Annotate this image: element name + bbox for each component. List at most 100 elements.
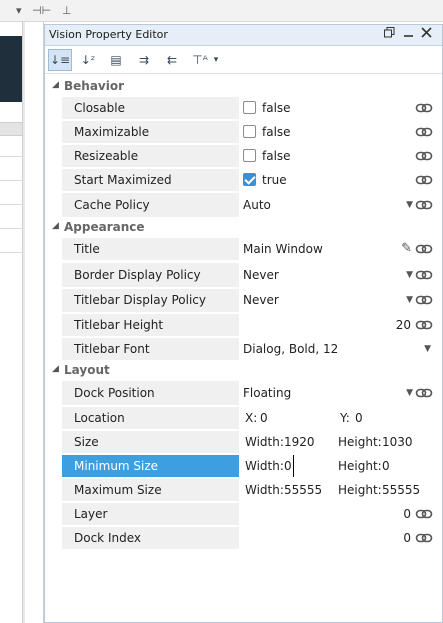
closable-checkbox[interactable] bbox=[243, 101, 256, 114]
resizeable-checkbox[interactable] bbox=[243, 149, 256, 162]
property-name[interactable]: Location bbox=[62, 407, 239, 429]
close-icon[interactable] bbox=[419, 27, 433, 41]
binding-link-icon[interactable] bbox=[415, 240, 433, 258]
property-name[interactable]: Titlebar Display Policy bbox=[62, 289, 239, 312]
property-name[interactable]: Cache Policy bbox=[62, 193, 239, 217]
dock-position-select[interactable]: Floating ▼ bbox=[241, 381, 415, 405]
split-icon[interactable]: ⊣⊢ bbox=[32, 4, 51, 17]
property-name[interactable]: Titlebar Font bbox=[62, 338, 239, 360]
filter-dropdown-icon[interactable]: ▾ bbox=[208, 49, 224, 71]
minimize-icon[interactable] bbox=[401, 27, 415, 41]
titlebar-height-input[interactable]: 20 bbox=[241, 314, 415, 336]
collapse-triangle-icon[interactable]: ◢ bbox=[52, 221, 59, 231]
binding-link-icon[interactable] bbox=[415, 99, 433, 117]
property-row-minimum-size: Minimum Size Width: 0 Height: 0 bbox=[45, 454, 442, 478]
property-name[interactable]: Closable bbox=[62, 97, 239, 119]
property-name[interactable]: Dock Position bbox=[62, 381, 239, 405]
width-input[interactable]: 1920 bbox=[284, 431, 315, 453]
property-row-dock-position: Dock Position Floating ▼ bbox=[45, 380, 442, 406]
input-value: 20 bbox=[395, 318, 411, 332]
width-input[interactable]: 55555 bbox=[284, 479, 322, 501]
select-value: Never bbox=[243, 293, 279, 307]
panel-titlebar[interactable]: Vision Property Editor bbox=[45, 25, 442, 46]
collapse-all-icon[interactable]: ⇇ bbox=[160, 49, 184, 71]
property-name[interactable]: Border Display Policy bbox=[62, 263, 239, 287]
property-name[interactable]: Resizeable bbox=[62, 145, 239, 167]
property-name[interactable]: Layer bbox=[62, 503, 239, 525]
property-value[interactable]: true bbox=[241, 169, 415, 191]
binding-link-icon[interactable] bbox=[415, 384, 433, 402]
list-view-icon[interactable]: ▤ bbox=[104, 49, 128, 71]
height-input[interactable]: 0 bbox=[382, 455, 390, 477]
x-input[interactable]: 0 bbox=[260, 407, 268, 429]
property-name[interactable]: Minimum Size bbox=[62, 455, 239, 477]
binding-link-icon[interactable] bbox=[415, 505, 433, 523]
property-name[interactable]: Start Maximized bbox=[62, 169, 239, 191]
property-row-layer: Layer 0 bbox=[45, 502, 442, 526]
chevron-down-icon[interactable]: ▼ bbox=[406, 263, 413, 287]
binding-link-icon[interactable] bbox=[415, 123, 433, 141]
chevron-down-icon[interactable]: ▾ bbox=[16, 4, 22, 17]
splitter-handle[interactable] bbox=[22, 22, 25, 623]
property-name[interactable]: Titlebar Height bbox=[62, 314, 239, 336]
chevron-down-icon[interactable]: ▼ bbox=[424, 338, 431, 360]
binding-link-icon[interactable] bbox=[415, 529, 433, 547]
section-behavior[interactable]: ◢ Behavior bbox=[45, 77, 442, 96]
title-input[interactable]: Main Window ✎ bbox=[241, 238, 415, 260]
border-display-policy-select[interactable]: Never ▼ bbox=[241, 263, 415, 287]
binding-link-icon[interactable] bbox=[415, 147, 433, 165]
chevron-down-icon[interactable]: ▼ bbox=[406, 193, 413, 217]
select-value: Auto bbox=[243, 198, 271, 212]
section-layout[interactable]: ◢ Layout bbox=[45, 361, 442, 380]
background-divider-line bbox=[0, 204, 22, 205]
property-row-resizeable: Resizeable false bbox=[45, 144, 442, 168]
height-input[interactable]: 1030 bbox=[382, 431, 413, 453]
property-name[interactable]: Dock Index bbox=[62, 527, 239, 549]
width-input[interactable]: 0 bbox=[284, 455, 294, 477]
y-label: Y: bbox=[340, 411, 350, 425]
binding-link-icon[interactable] bbox=[415, 171, 433, 189]
pin-icon[interactable]: ⊥ bbox=[62, 4, 72, 17]
collapse-triangle-icon[interactable]: ◢ bbox=[52, 364, 59, 374]
location-editor: X: 0 Y: 0 bbox=[241, 407, 435, 429]
collapse-triangle-icon[interactable]: ◢ bbox=[52, 80, 59, 90]
binding-link-icon[interactable] bbox=[415, 266, 433, 284]
float-window-icon[interactable] bbox=[382, 27, 396, 41]
binding-link-icon[interactable] bbox=[415, 316, 433, 334]
property-value[interactable]: false bbox=[241, 145, 415, 167]
property-name[interactable]: Maximizable bbox=[62, 121, 239, 143]
cache-policy-select[interactable]: Auto ▼ bbox=[241, 193, 415, 217]
checkbox-label: false bbox=[262, 149, 291, 163]
dock-index-input[interactable]: 0 bbox=[241, 527, 415, 549]
size-editor: Width: 1920 Height: 1030 bbox=[241, 431, 415, 453]
background-divider-line bbox=[0, 228, 22, 229]
property-value[interactable]: false bbox=[241, 97, 415, 119]
height-input[interactable]: 55555 bbox=[382, 479, 420, 501]
chevron-down-icon[interactable]: ▼ bbox=[406, 289, 413, 312]
property-name[interactable]: Maximum Size bbox=[62, 479, 239, 501]
y-input[interactable]: 0 bbox=[355, 407, 363, 429]
section-appearance[interactable]: ◢ Appearance bbox=[45, 218, 442, 237]
x-label: X: bbox=[245, 411, 258, 425]
maximizable-checkbox[interactable] bbox=[243, 125, 256, 138]
sort-categorized-icon[interactable]: ↓≡ bbox=[48, 49, 72, 71]
expand-all-icon[interactable]: ⇉ bbox=[132, 49, 156, 71]
section-label: Behavior bbox=[64, 79, 125, 93]
chevron-down-icon[interactable]: ▼ bbox=[406, 381, 413, 405]
width-label: Width: bbox=[245, 435, 284, 449]
input-value: 0 bbox=[403, 531, 411, 545]
select-value: Floating bbox=[243, 386, 292, 400]
input-value: 0 bbox=[403, 507, 411, 521]
layer-input[interactable]: 0 bbox=[241, 503, 415, 525]
binding-link-icon[interactable] bbox=[415, 291, 433, 309]
binding-link-icon[interactable] bbox=[415, 196, 433, 214]
property-value[interactable]: false bbox=[241, 121, 415, 143]
start-maximized-checkbox[interactable] bbox=[243, 173, 256, 186]
property-row-dock-index: Dock Index 0 bbox=[45, 526, 442, 550]
sort-alpha-icon[interactable]: ↓ᶻ bbox=[76, 49, 100, 71]
titlebar-font-select[interactable]: Dialog, Bold, 12 ▼ bbox=[241, 338, 435, 360]
property-name[interactable]: Title bbox=[62, 238, 239, 260]
titlebar-display-policy-select[interactable]: Never ▼ bbox=[241, 289, 415, 312]
property-name[interactable]: Size bbox=[62, 431, 239, 453]
pencil-icon[interactable]: ✎ bbox=[401, 238, 412, 260]
